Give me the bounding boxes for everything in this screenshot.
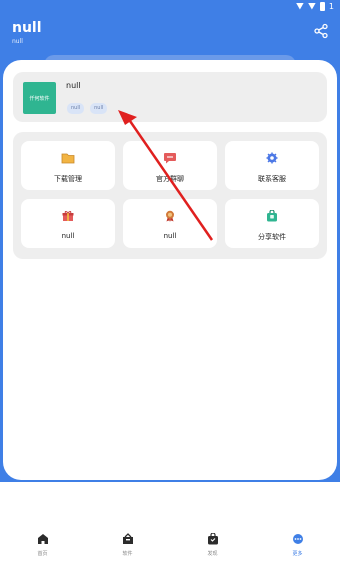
page-subtitle: null bbox=[12, 38, 23, 45]
apps-icon bbox=[122, 533, 133, 544]
gift-icon bbox=[62, 211, 74, 221]
signal-icon bbox=[307, 2, 316, 10]
share-software-button[interactable]: 分享软件 bbox=[225, 199, 319, 248]
nav-label: 首页 bbox=[37, 551, 48, 557]
badge-icon bbox=[166, 210, 174, 222]
download-manager-button[interactable]: 下载管理 bbox=[21, 141, 115, 190]
profile-name: null bbox=[66, 81, 81, 90]
share-icon[interactable] bbox=[313, 23, 329, 39]
gift-button[interactable]: null bbox=[21, 199, 115, 248]
content-sheet bbox=[3, 60, 337, 480]
bag-icon bbox=[267, 210, 277, 222]
nav-label: 更多 bbox=[292, 551, 303, 557]
page-title: null bbox=[12, 20, 42, 36]
profile-card[interactable]: 仟何软件 null null null bbox=[13, 72, 327, 122]
folder-icon bbox=[61, 153, 75, 164]
avatar[interactable]: 仟何软件 bbox=[23, 82, 56, 114]
profile-tag: null bbox=[67, 103, 85, 114]
tile-label: 分享软件 bbox=[258, 233, 286, 241]
tile-label: 下载管理 bbox=[54, 175, 82, 183]
tile-label: null bbox=[61, 232, 75, 240]
chat-icon bbox=[164, 153, 176, 164]
features-card: 下载管理 官方群聊 联系客服 null null 分享软件 bbox=[13, 132, 327, 259]
nav-more[interactable]: 更多 bbox=[255, 529, 340, 569]
status-bar: 1 bbox=[295, 1, 334, 11]
nav-label: 发现 bbox=[207, 551, 218, 557]
nav-software[interactable]: 软件 bbox=[85, 529, 170, 569]
home-icon bbox=[37, 534, 48, 544]
features-grid: 下载管理 官方群聊 联系客服 null null 分享软件 bbox=[21, 141, 319, 248]
gear-icon bbox=[266, 152, 278, 164]
badge-button[interactable]: null bbox=[123, 199, 217, 248]
nav-label: 软件 bbox=[122, 551, 133, 557]
avatar-text: 仟何软件 bbox=[29, 95, 50, 102]
wifi-icon bbox=[295, 2, 304, 10]
official-group-button[interactable]: 官方群聊 bbox=[123, 141, 217, 190]
battery-icon bbox=[319, 1, 325, 11]
tile-label: 官方群聊 bbox=[156, 175, 184, 183]
bottom-navigation: 首页 软件 发现 更多 bbox=[0, 529, 340, 569]
nav-home[interactable]: 首页 bbox=[0, 529, 85, 569]
profile-tags: null null bbox=[67, 103, 108, 114]
profile-tag: null bbox=[90, 103, 108, 114]
discover-icon bbox=[207, 533, 218, 545]
contact-support-button[interactable]: 联系客服 bbox=[225, 141, 319, 190]
nav-discover[interactable]: 发现 bbox=[170, 529, 255, 569]
status-indicator: 1 bbox=[328, 1, 334, 11]
more-icon bbox=[292, 534, 303, 544]
tile-label: 联系客服 bbox=[258, 175, 286, 183]
tile-label: null bbox=[163, 232, 177, 240]
